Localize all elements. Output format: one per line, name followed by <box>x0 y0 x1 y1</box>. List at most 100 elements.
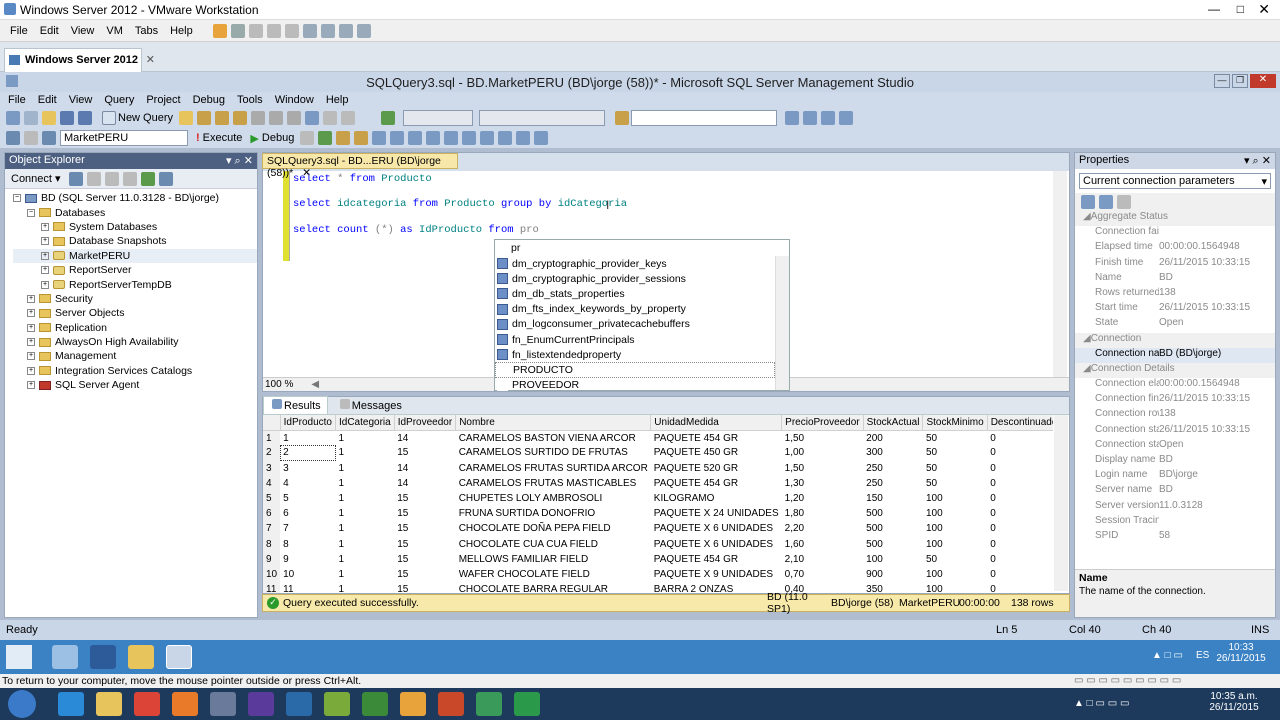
internet-explorer-icon[interactable] <box>58 692 84 716</box>
mdx-query-icon[interactable] <box>215 111 230 125</box>
expand-icon[interactable]: + <box>27 294 35 303</box>
table-cell[interactable]: 100 <box>923 537 987 552</box>
property-row[interactable]: Connection start t26/11/2015 10:33:15 <box>1075 424 1275 439</box>
xmla-query-icon[interactable] <box>233 111 248 125</box>
ssms-minimize-icon[interactable]: — <box>1214 74 1230 88</box>
table-cell[interactable]: 1 <box>280 430 335 445</box>
copy-icon[interactable] <box>269 111 284 125</box>
collapse-icon[interactable]: ◢ <box>1083 333 1091 348</box>
editor-vscrollbar[interactable] <box>1053 171 1067 379</box>
table-cell[interactable]: 1 <box>336 461 395 476</box>
property-row[interactable]: Connection nameBD (BD\jorge) <box>1075 347 1275 363</box>
categorized-icon[interactable] <box>1081 195 1095 209</box>
file-explorer-icon[interactable] <box>128 645 154 669</box>
server-clock[interactable]: 10:33 26/11/2015 <box>1216 642 1266 664</box>
expand-icon[interactable]: + <box>41 266 49 275</box>
property-category[interactable]: ◢ Connection <box>1075 332 1275 348</box>
snapshot-manager-icon[interactable] <box>284 23 299 38</box>
table-cell[interactable]: PAQUETE X 6 UNIDADES <box>651 521 782 536</box>
property-category[interactable]: ◢ Connection Details <box>1075 362 1275 379</box>
visual-studio-icon[interactable] <box>248 692 274 716</box>
table-cell[interactable]: 50 <box>923 552 987 567</box>
tab-windows-server[interactable]: Windows Server 2012 ✕ <box>4 48 155 72</box>
powershell-icon[interactable] <box>90 645 116 669</box>
table-cell[interactable]: 15 <box>394 537 455 552</box>
column-header[interactable]: StockActual <box>863 415 924 431</box>
table-cell[interactable]: 1 <box>336 537 395 552</box>
table-cell[interactable]: WAFER CHOCOLATE FIELD <box>456 567 651 582</box>
save-icon[interactable] <box>60 111 74 125</box>
vm-device-icons[interactable]: ▭ ▭ ▭ ▭ ▭ ▭ ▭ ▭ ▭ <box>1074 675 1181 686</box>
table-cell[interactable]: 0 <box>987 506 1053 521</box>
table-cell[interactable]: PAQUETE 454 GR <box>651 476 782 491</box>
expand-icon[interactable]: + <box>27 323 35 332</box>
table-cell[interactable]: 0 <box>987 567 1053 582</box>
oe-disconnect-icon[interactable] <box>86 171 101 186</box>
start-icon[interactable] <box>6 645 32 669</box>
property-row[interactable]: Server name BD <box>1075 484 1275 499</box>
property-row[interactable]: SPID 58 <box>1075 530 1275 545</box>
table-cell[interactable]: 5 <box>280 491 335 506</box>
fullscreen-icon[interactable] <box>338 23 353 38</box>
table-cell[interactable]: 1 <box>336 445 395 460</box>
table-cell[interactable]: KILOGRAMO <box>651 491 782 506</box>
increase-indent-icon[interactable] <box>516 131 531 145</box>
property-row[interactable]: Name BD <box>1075 272 1275 287</box>
thumbnail-icon[interactable] <box>320 23 335 38</box>
table-cell[interactable]: 15 <box>394 521 455 536</box>
tree-node[interactable]: + Management <box>13 349 257 363</box>
host-clock[interactable]: 10:35 a.m. 26/11/2015 <box>1204 691 1264 713</box>
table-cell[interactable]: 0 <box>987 461 1053 476</box>
table-cell[interactable]: 500 <box>863 537 923 552</box>
expand-icon[interactable]: + <box>41 251 49 260</box>
table-cell[interactable]: 1 <box>336 552 395 567</box>
property-row[interactable]: Session Tracing ID <box>1075 515 1275 530</box>
table-cell[interactable]: 0 <box>987 537 1053 552</box>
column-header[interactable]: StockMinimo <box>922 415 988 431</box>
tab-sqlquery3[interactable]: SQLQuery3.sql - BD...ERU (BD\jorge (58))… <box>262 153 458 179</box>
property-row[interactable]: Start time 26/11/2015 10:33:15 <box>1075 302 1275 317</box>
table-cell[interactable]: 15 <box>394 506 455 521</box>
paste-icon[interactable] <box>287 111 302 125</box>
table-cell[interactable]: 11 <box>280 582 335 593</box>
table-cell[interactable]: 50 <box>923 445 987 460</box>
add-item-icon[interactable] <box>24 111 38 125</box>
tree-node[interactable]: + Security <box>13 292 257 306</box>
property-row[interactable]: State Open <box>1075 317 1275 332</box>
table-cell[interactable]: 0 <box>987 476 1053 491</box>
property-row[interactable]: Finish time 26/11/2015 10:33:15 <box>1075 257 1275 272</box>
intellisense-item[interactable]: dm_logconsumer_privatecachebuffers <box>495 317 775 332</box>
property-row[interactable]: Elapsed time 00:00:00.1564948 <box>1075 241 1275 256</box>
menu-tools[interactable]: Tools <box>231 94 269 106</box>
table-cell[interactable]: CARAMELOS SURTIDO DE FRUTAS <box>456 445 651 460</box>
table-cell[interactable]: 14 <box>394 461 455 476</box>
intellisense-item[interactable]: dm_fts_index_keywords_by_property <box>495 302 775 317</box>
table-cell[interactable]: 4 <box>280 476 335 491</box>
code-line-2[interactable]: select idcategoria from Producto group b… <box>293 198 627 210</box>
find-in-files-icon[interactable] <box>615 111 630 125</box>
table-cell[interactable]: 15 <box>394 491 455 506</box>
table-cell[interactable]: 1,80 <box>782 506 863 521</box>
panel-pin-icon[interactable]: ▾ ⌕ ✕ <box>226 154 253 168</box>
vm-menu-tabs[interactable]: Tabs <box>129 25 164 37</box>
row-header-corner[interactable] <box>263 415 281 431</box>
solution-explorer-icon[interactable] <box>785 111 800 125</box>
collapse-icon[interactable]: ◢ <box>1083 363 1091 378</box>
solution-config-dropdown[interactable] <box>403 110 474 126</box>
table-row[interactable]: 8 8 1 15 CHOCOLATE CUA CUA FIELD PAQUETE X 6 … <box>263 536 1053 552</box>
table-cell[interactable]: CARAMELOS BASTON VIENA ARCOR <box>456 430 651 445</box>
intellisense-item[interactable]: dm_db_stats_properties <box>495 286 775 301</box>
debug-button[interactable]: ▶ Debug <box>250 132 294 145</box>
disconnect-icon[interactable] <box>24 131 38 145</box>
table-cell[interactable]: 1,50 <box>782 461 863 476</box>
column-header[interactable]: UnidadMedida <box>650 415 783 431</box>
maximize-icon[interactable]: □ <box>1237 2 1244 16</box>
table-cell[interactable]: CHOCOLATE BARRA REGULAR <box>456 582 651 593</box>
menu-project[interactable]: Project <box>140 94 186 106</box>
table-cell[interactable]: 1,60 <box>782 537 863 552</box>
expand-icon[interactable]: + <box>41 222 49 231</box>
table-cell[interactable]: 250 <box>863 461 923 476</box>
expand-icon[interactable]: + <box>27 309 35 318</box>
table-cell[interactable]: 0 <box>987 445 1053 460</box>
expand-icon[interactable]: + <box>27 338 35 347</box>
